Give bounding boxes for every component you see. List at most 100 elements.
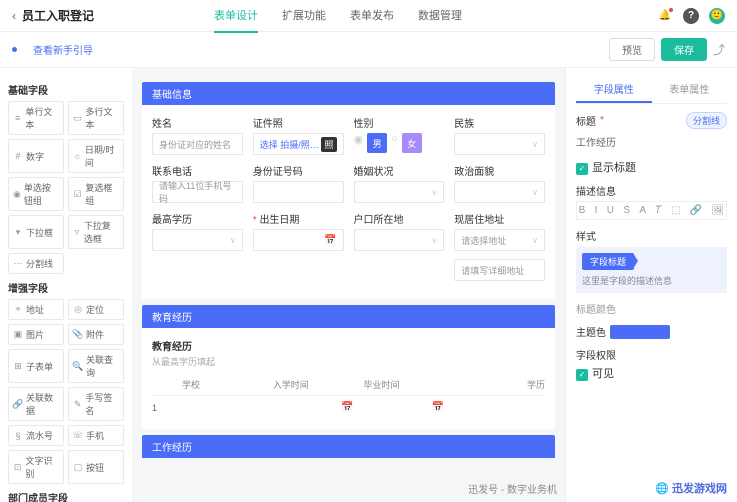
gender-group: ◉男○女 (354, 133, 445, 153)
tab-publish[interactable]: 表单发布 (350, 0, 394, 33)
input-addr-detail[interactable]: 请填写详细地址 (454, 259, 545, 281)
field-basic[interactable]: ▿下拉复选框 (68, 215, 124, 249)
section-work-header[interactable]: 工作经历 (142, 435, 555, 458)
select-politics[interactable]: ∨ (454, 181, 545, 203)
field-basic[interactable]: ☑复选框组 (68, 177, 124, 211)
field-icon: 🔗 (13, 399, 23, 409)
field-basic[interactable]: #数字 (8, 139, 64, 173)
calendar-icon: 📅 (324, 235, 336, 246)
notification-icon[interactable]: 🔔 (657, 8, 673, 24)
divider-pill[interactable]: 分割线 (686, 112, 727, 129)
field-enhance[interactable]: ⌖地址 (8, 299, 64, 320)
field-enhance[interactable]: ◎定位 (68, 299, 124, 320)
tab-extend[interactable]: 扩展功能 (282, 0, 326, 33)
tab-design[interactable]: 表单设计 (214, 0, 258, 33)
visible-checkbox[interactable]: ✓可见 (576, 368, 614, 380)
field-icon: ≡ (13, 113, 22, 123)
field-basic[interactable]: ⋯分割线 (8, 253, 64, 274)
edu-table: 学校 入学时间 毕业时间 学历 1 📅 📅 (152, 374, 545, 419)
field-label: 下拉复选框 (84, 219, 119, 245)
richtext-toolbar[interactable]: BIUSA𝑇 ⬚ 🔗 🖼 (576, 201, 727, 220)
theme-color-label: 主题色 (576, 324, 727, 339)
label-photo: 证件照 (253, 115, 344, 130)
desc-label: 描述信息 (576, 183, 727, 198)
field-label: 关联查询 (86, 353, 119, 379)
prop-title-value[interactable]: 工作经历 (576, 132, 727, 151)
label-edu: 最高学历 (152, 211, 243, 226)
section-basic-header[interactable]: 基础信息 (142, 82, 555, 105)
select-addr[interactable]: 请选择地址∨ (454, 229, 545, 251)
rt-𝑇-icon[interactable]: 𝑇 (655, 205, 661, 216)
input-idno[interactable] (253, 181, 344, 203)
rt-⬚-icon[interactable]: ⬚ (671, 205, 680, 216)
rt-🖼-icon[interactable]: 🖼 (712, 205, 725, 216)
label-hukou: 户口所在地 (354, 211, 445, 226)
header-bar: ‹ 员工入职登记 表单设计 扩展功能 表单发布 数据管理 🔔 ? 🙂 (0, 0, 737, 32)
field-enhance[interactable]: ▣图片 (8, 324, 64, 345)
field-enhance[interactable]: ▢按钮 (68, 450, 124, 484)
gender-female-button[interactable]: 女 (402, 133, 422, 153)
field-label: 数字 (26, 150, 44, 163)
input-name[interactable]: 身份证对应的姓名 (152, 133, 243, 155)
field-enhance[interactable]: 🔗关联数据 (8, 387, 64, 421)
section-edu-header[interactable]: 教育经历 (142, 305, 555, 328)
tab-data[interactable]: 数据管理 (418, 0, 462, 33)
select-hukou[interactable]: ∨ (354, 229, 445, 251)
rt-U-icon[interactable]: U (607, 205, 614, 216)
col-num (152, 378, 182, 391)
table-row[interactable]: 1 📅 📅 (152, 396, 545, 419)
help-icon[interactable]: ? (683, 8, 699, 24)
field-label: 关联数据 (26, 391, 59, 417)
rt-I-icon[interactable]: I (595, 205, 598, 216)
preview-button[interactable]: 预览 (609, 38, 655, 61)
field-icon: ☏ (73, 431, 83, 441)
chevron-down-icon: ∨ (431, 236, 437, 245)
back-icon[interactable]: ‹ (12, 9, 16, 23)
field-palette: 基础字段 ≡单行文本▭多行文本#数字☼日期/时间◉单选按钮组☑复选框组▾下拉框▿… (0, 68, 132, 502)
label-phone: 联系电话 (152, 163, 243, 178)
guide-link[interactable]: 查看新手引导 (33, 42, 93, 57)
field-basic[interactable]: ≡单行文本 (8, 101, 64, 135)
field-enhance[interactable]: §流水号 (8, 425, 64, 446)
date-birth[interactable]: 📅 (253, 229, 344, 251)
input-photo[interactable]: 选择 拍摄/照…照 (253, 133, 344, 155)
field-icon: ▢ (73, 462, 83, 472)
field-basic[interactable]: ☼日期/时间 (68, 139, 124, 173)
select-marriage[interactable]: ∨ (354, 181, 445, 203)
share-icon[interactable]: ⤴ (713, 41, 725, 58)
rt-B-icon[interactable]: B (579, 205, 586, 216)
field-icon: ▿ (73, 227, 81, 237)
tab-field-props[interactable]: 字段属性 (576, 76, 652, 103)
col-school: 学校 (182, 378, 273, 391)
label-name: 姓名 (152, 115, 243, 130)
field-enhance[interactable]: ⊡文字识别 (8, 450, 64, 484)
enhance-fields-title: 增强字段 (8, 280, 124, 295)
field-label: 日期/时间 (85, 143, 119, 169)
header-tabs: 表单设计 扩展功能 表单发布 数据管理 (214, 0, 462, 33)
style-tag: 字段标题 (582, 253, 634, 270)
gender-male-button[interactable]: 男 (367, 133, 387, 153)
field-enhance[interactable]: ☏手机 (68, 425, 124, 446)
label-nation: 民族 (454, 115, 545, 130)
field-enhance[interactable]: ⊞子表单 (8, 349, 64, 383)
field-enhance[interactable]: ✎手写签名 (68, 387, 124, 421)
field-basic[interactable]: ▭多行文本 (68, 101, 124, 135)
input-phone[interactable]: 请输入11位手机号码 (152, 181, 243, 203)
field-basic[interactable]: ◉单选按钮组 (8, 177, 64, 211)
rt-A-icon[interactable]: A (639, 205, 646, 216)
rt-S-icon[interactable]: S (623, 205, 630, 216)
select-edu[interactable]: ∨ (152, 229, 243, 251)
field-basic[interactable]: ▾下拉框 (8, 215, 64, 249)
tab-form-props[interactable]: 表单属性 (652, 76, 728, 103)
style-preview[interactable]: 字段标题 这里是字段的描述信息 (576, 247, 727, 293)
field-label: 多行文本 (85, 105, 119, 131)
field-enhance[interactable]: 🔍关联查询 (68, 349, 124, 383)
label-marriage: 婚姻状况 (354, 163, 445, 178)
save-button[interactable]: 保存 (661, 38, 707, 61)
color-swatch[interactable] (610, 325, 670, 339)
field-enhance[interactable]: 📎附件 (68, 324, 124, 345)
select-nation[interactable]: ∨ (454, 133, 545, 155)
rt-🔗-icon[interactable]: 🔗 (690, 205, 702, 216)
avatar[interactable]: 🙂 (709, 8, 725, 24)
show-title-checkbox[interactable]: ✓显示标题 (576, 162, 636, 174)
